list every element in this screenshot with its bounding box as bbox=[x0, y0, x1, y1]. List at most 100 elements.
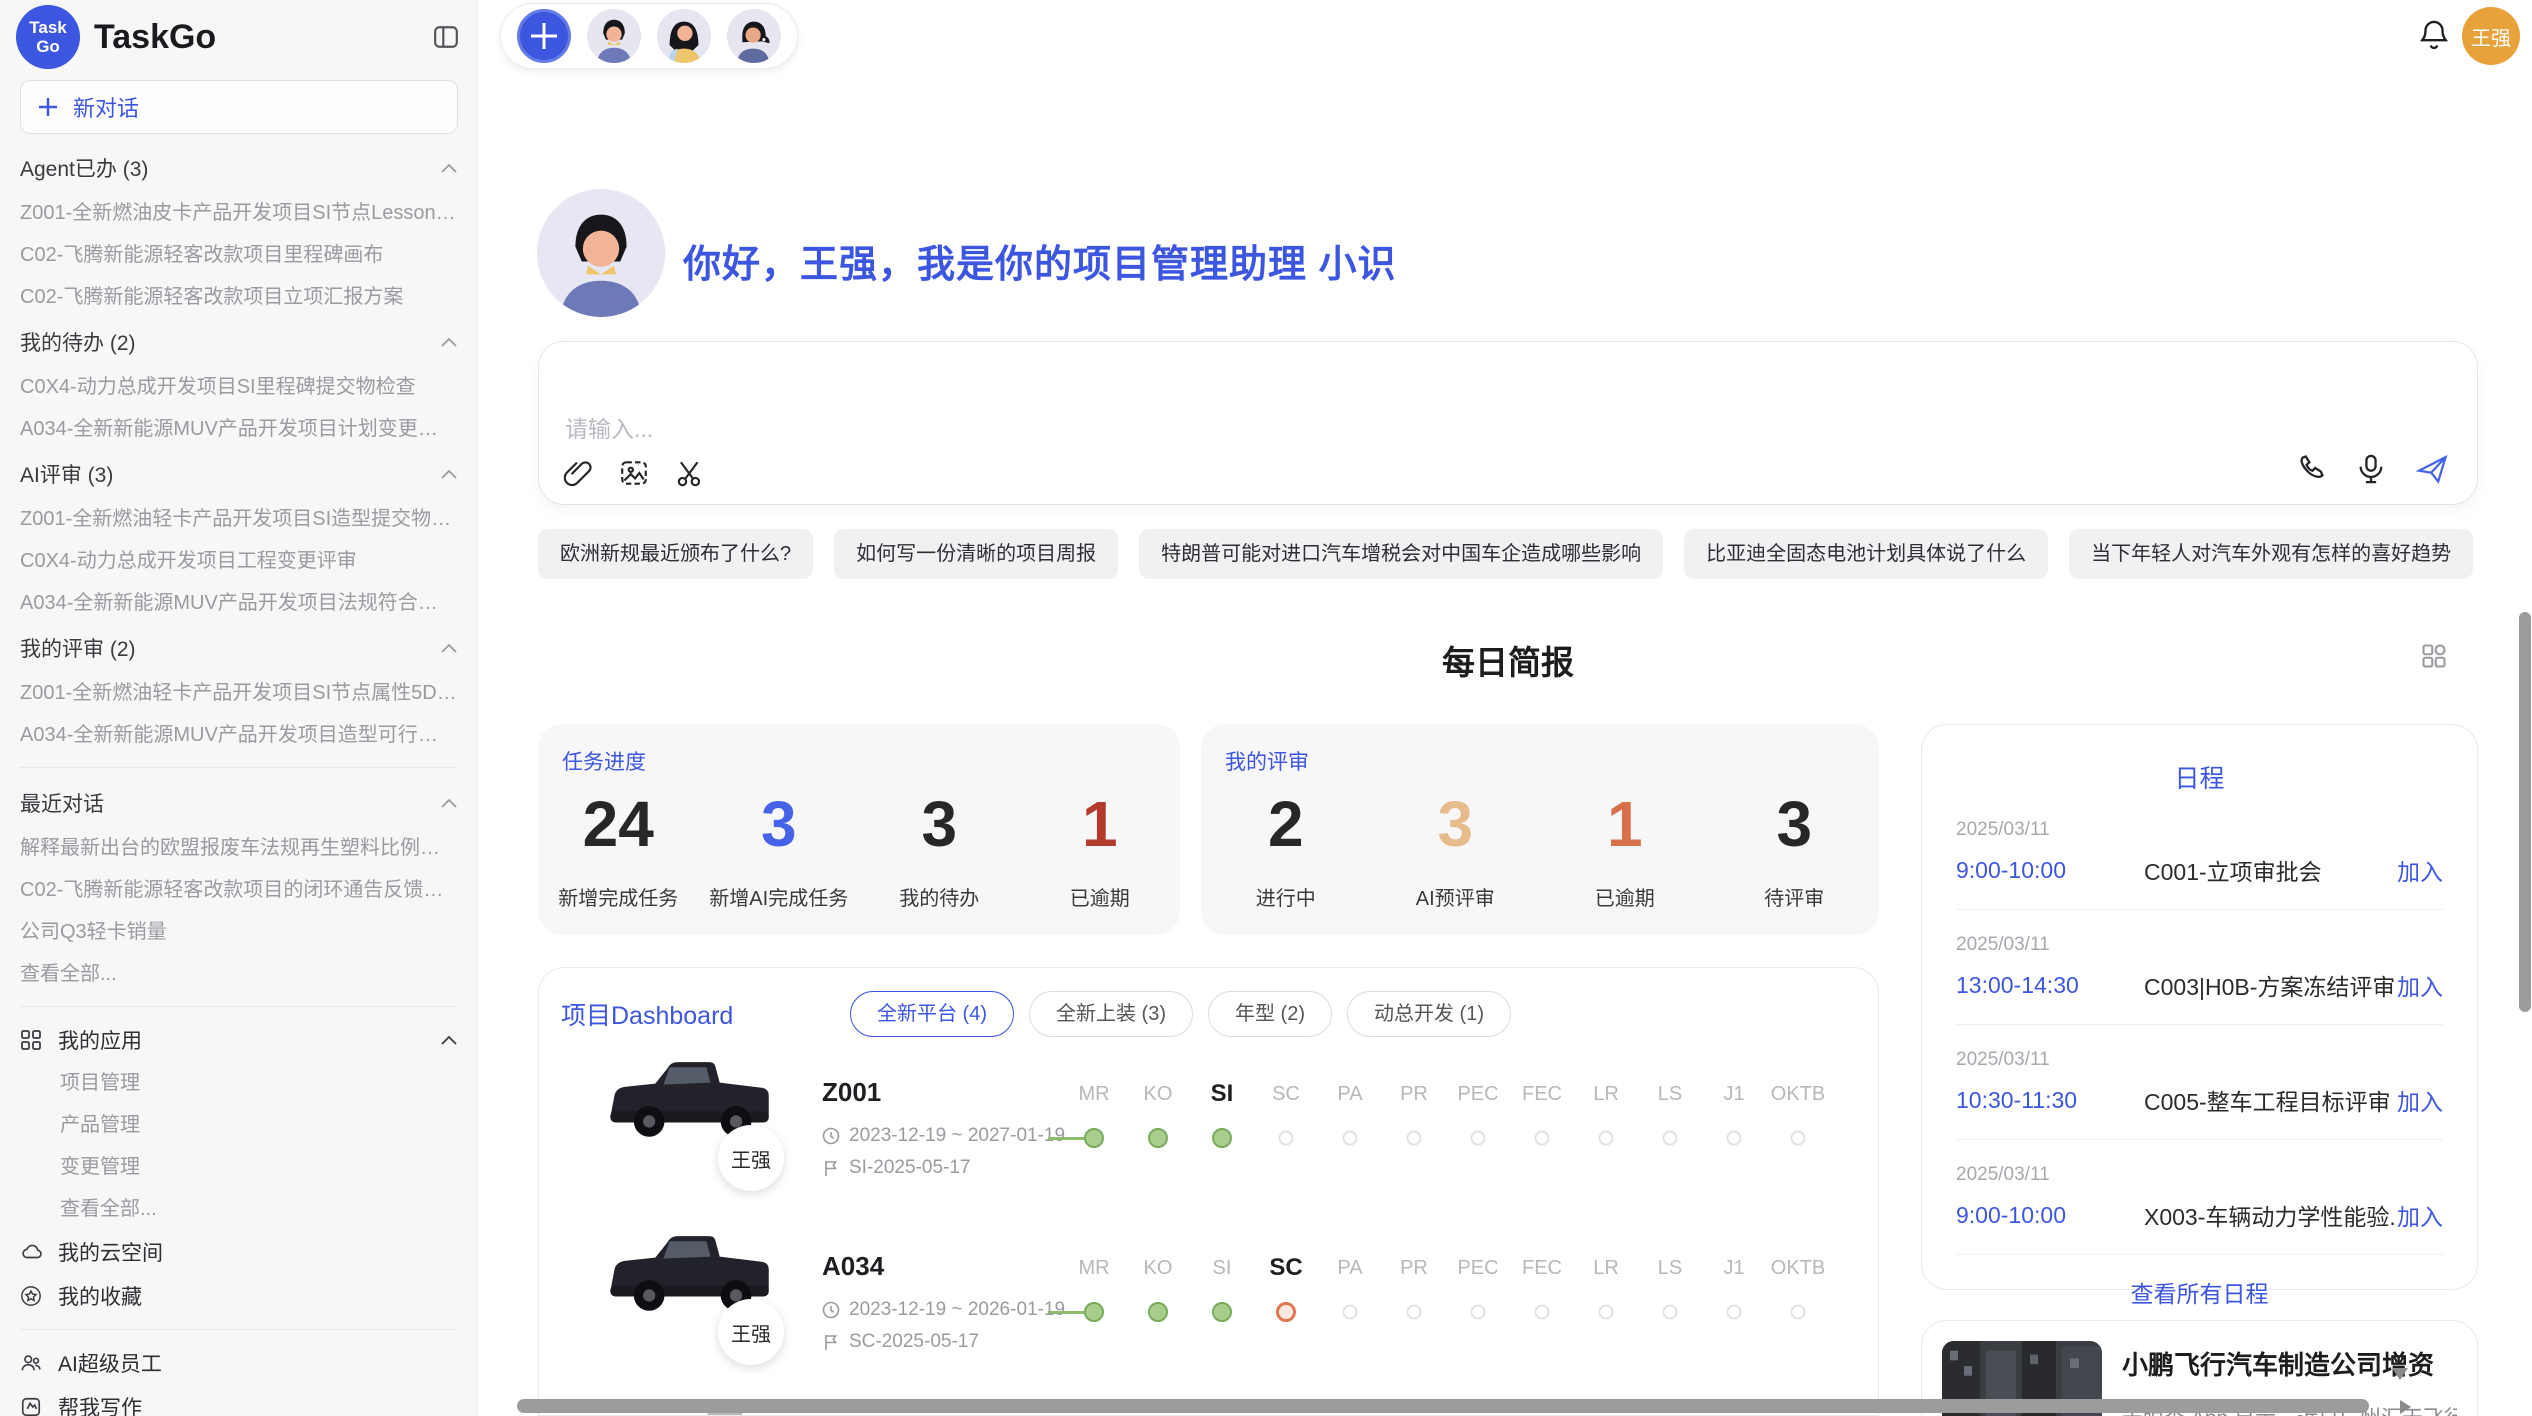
sidebar-item[interactable]: C02-飞腾新能源轻客改款项目里程碑画布 bbox=[20, 234, 457, 276]
new-session-button[interactable] bbox=[517, 9, 571, 63]
stat-my-todo: 3我的待办 bbox=[859, 788, 1020, 911]
sidebar-item[interactable]: A034-全新新能源MUV产品开发项目造型可行性评审 bbox=[20, 714, 457, 756]
my-favorites[interactable]: 我的收藏 bbox=[20, 1274, 457, 1318]
tool-label: AI超级员工 bbox=[58, 1348, 162, 1378]
schedule-event-title: C005-整车工程目标评审 bbox=[2144, 1083, 2397, 1117]
section-header-recent-chats[interactable]: 最近对话 bbox=[20, 779, 457, 827]
sidebar-item[interactable]: Z001-全新燃油轻卡产品开发项目SI造型提交物评审 bbox=[20, 498, 457, 540]
app-item-change-mgmt[interactable]: 变更管理 bbox=[20, 1146, 457, 1188]
agent-avatar-1[interactable] bbox=[587, 9, 641, 63]
recent-chat-item[interactable]: C02-飞腾新能源轻客改款项目的闭环通告反馈情况 bbox=[20, 869, 457, 911]
view-all-schedule[interactable]: 查看所有日程 bbox=[1956, 1275, 2443, 1309]
suggestion-chip[interactable]: 特朗普可能对进口汽车增税会对中国车企造成哪些影响 bbox=[1139, 529, 1663, 579]
suggestion-chips: 欧洲新规最近颁布了什么? 如何写一份清晰的项目周报 特朗普可能对进口汽车增税会对… bbox=[538, 529, 2483, 579]
section-header-my-review[interactable]: 我的评审 (2) bbox=[20, 624, 457, 672]
app-item-project-mgmt[interactable]: 项目管理 bbox=[20, 1062, 457, 1104]
horizontal-scrollbar[interactable] bbox=[517, 1399, 2369, 1413]
project-row[interactable]: 王强 Z001 2023-12-19 ~ 2027-01-19 SI-2025-… bbox=[539, 1049, 1878, 1214]
user-avatar[interactable]: 王强 bbox=[2462, 7, 2520, 65]
microphone-icon[interactable] bbox=[2355, 453, 2387, 485]
suggestion-chip[interactable]: 欧洲新规最近颁布了什么? bbox=[538, 529, 813, 579]
join-button[interactable]: 加入 bbox=[2397, 968, 2443, 1002]
schedule-item: 2025/03/11 13:00-14:30 C003|H0B-方案冻结评审 加… bbox=[1956, 910, 2443, 1025]
owner-badge: 王强 bbox=[718, 1299, 784, 1365]
dashboard-title: 项目Dashboard bbox=[561, 996, 850, 1032]
stat-new-done: 24新增完成任务 bbox=[538, 788, 699, 911]
people-icon bbox=[20, 1352, 42, 1374]
tab-new-upfit[interactable]: 全新上装 (3) bbox=[1029, 991, 1193, 1037]
my-apps-header[interactable]: 我的应用 bbox=[20, 1018, 457, 1062]
stats-row: 2进行中 3AI预评审 1已逾期 3待评审 bbox=[1201, 788, 1879, 911]
join-button[interactable]: 加入 bbox=[2397, 1083, 2443, 1117]
section-header-my-todo[interactable]: 我的待办 (2) bbox=[20, 318, 457, 366]
section-title: 最近对话 bbox=[20, 788, 104, 818]
new-chat-button[interactable]: 新对话 bbox=[20, 80, 458, 134]
milestone: FEC bbox=[1510, 1075, 1574, 1113]
section-header-ai-review[interactable]: AI评审 (3) bbox=[20, 450, 457, 498]
agent-avatar-2[interactable] bbox=[657, 9, 711, 63]
scroll-right-arrow[interactable] bbox=[2400, 1400, 2411, 1414]
sidebar-item[interactable]: C0X4-动力总成开发项目工程变更评审 bbox=[20, 540, 457, 582]
suggestion-chip[interactable]: 当下年轻人对汽车外观有怎样的喜好趋势 bbox=[2069, 529, 2473, 579]
sidebar-item[interactable]: A034-全新新能源MUV产品开发项目法规符合性评审 bbox=[20, 582, 457, 624]
milestone: SI bbox=[1190, 1249, 1254, 1287]
suggestion-chip[interactable]: 比亚迪全固态电池计划具体说了什么 bbox=[1684, 529, 2048, 579]
join-button[interactable]: 加入 bbox=[2397, 853, 2443, 887]
join-button[interactable]: 加入 bbox=[2397, 1198, 2443, 1232]
milestone: KO bbox=[1126, 1075, 1190, 1113]
section-header-agent-done[interactable]: Agent已办 (3) bbox=[20, 144, 457, 192]
tool-ai-employee[interactable]: AI超级员工 bbox=[20, 1341, 457, 1385]
tool-label: 帮我写作 bbox=[58, 1392, 142, 1416]
layout-grid-icon[interactable] bbox=[2420, 642, 2448, 670]
scissors-icon[interactable] bbox=[675, 458, 705, 488]
suggestion-chip[interactable]: 如何写一份清晰的项目周报 bbox=[834, 529, 1118, 579]
section-title: AI评审 (3) bbox=[20, 459, 113, 489]
recent-chat-item[interactable]: 解释最新出台的欧盟报废车法规再生塑料比例被调至15%... bbox=[20, 827, 457, 869]
milestone: FEC bbox=[1510, 1249, 1574, 1287]
dashboard-header: 项目Dashboard 全新平台 (4) 全新上装 (3) 年型 (2) 动总开… bbox=[539, 968, 1878, 1040]
schedule-event-title: C001-立项审批会 bbox=[2144, 853, 2397, 887]
write-icon bbox=[20, 1396, 42, 1416]
phone-icon[interactable] bbox=[2295, 453, 2327, 485]
milestone: PA bbox=[1318, 1075, 1382, 1113]
schedule-time: 9:00-10:00 bbox=[1956, 1202, 2144, 1229]
send-icon[interactable] bbox=[2415, 452, 2449, 486]
star-circle-icon bbox=[20, 1285, 42, 1307]
user-name: 王强 bbox=[2471, 22, 2511, 51]
card-title: 任务进度 bbox=[562, 746, 646, 776]
stat-in-progress: 2进行中 bbox=[1201, 788, 1371, 911]
schedule-date: 2025/03/11 bbox=[1956, 1049, 2443, 1071]
chat-composer[interactable]: 请输入... bbox=[538, 341, 2478, 505]
vertical-scrollbar[interactable] bbox=[2519, 612, 2531, 1012]
milestone-track: MR KO SI SC PA PR PEC FEC LR LS J1 OKTB bbox=[1062, 1075, 1830, 1113]
tab-all-new-platform[interactable]: 全新平台 (4) bbox=[850, 991, 1014, 1037]
sidebar-item[interactable]: C02-飞腾新能源轻客改款项目立项汇报方案 bbox=[20, 276, 457, 318]
notifications-bell-icon[interactable] bbox=[2418, 18, 2450, 52]
tab-powertrain-dev[interactable]: 动总开发 (1) bbox=[1347, 991, 1511, 1037]
divider bbox=[20, 1006, 457, 1007]
sidebar-header: Task Go TaskGo bbox=[0, 0, 477, 64]
schedule-time: 10:30-11:30 bbox=[1956, 1087, 2144, 1114]
my-cloud-space[interactable]: 我的云空间 bbox=[20, 1230, 457, 1274]
sidebar-item[interactable]: Z001-全新燃油轻卡产品开发项目SI节点属性5D文件评审 bbox=[20, 672, 457, 714]
view-all-apps[interactable]: 查看全部... bbox=[20, 1188, 457, 1230]
attachment-icon[interactable] bbox=[563, 458, 593, 488]
flag-icon bbox=[822, 1333, 840, 1351]
scroll-down-arrow[interactable] bbox=[2392, 1368, 2408, 1380]
view-all-chats[interactable]: 查看全部... bbox=[20, 953, 457, 995]
tab-model-year[interactable]: 年型 (2) bbox=[1208, 991, 1332, 1037]
agent-avatar-3[interactable] bbox=[727, 9, 781, 63]
schedule-date: 2025/03/11 bbox=[1956, 819, 2443, 841]
milestone: KO bbox=[1126, 1249, 1190, 1287]
image-icon[interactable] bbox=[619, 458, 649, 488]
collapse-sidebar-icon[interactable] bbox=[433, 24, 459, 50]
project-row[interactable]: 王强 A034 2023-12-19 ~ 2026-01-19 SC-2025-… bbox=[539, 1223, 1878, 1388]
recent-chat-item[interactable]: 公司Q3轻卡销量 bbox=[20, 911, 457, 953]
app-item-product-mgmt[interactable]: 产品管理 bbox=[20, 1104, 457, 1146]
schedule-date: 2025/03/11 bbox=[1956, 1164, 2443, 1186]
tool-help-write[interactable]: 帮我写作 bbox=[20, 1385, 457, 1416]
sidebar-item[interactable]: C0X4-动力总成开发项目SI里程碑提交物检查 bbox=[20, 366, 457, 408]
sidebar-item[interactable]: A034-全新新能源MUV产品开发项目计划变更表编写 bbox=[20, 408, 457, 450]
sidebar-item[interactable]: Z001-全新燃油皮卡产品开发项目SI节点Lesson Learn报告 bbox=[20, 192, 457, 234]
stat-pending-review: 3待评审 bbox=[1710, 788, 1880, 911]
